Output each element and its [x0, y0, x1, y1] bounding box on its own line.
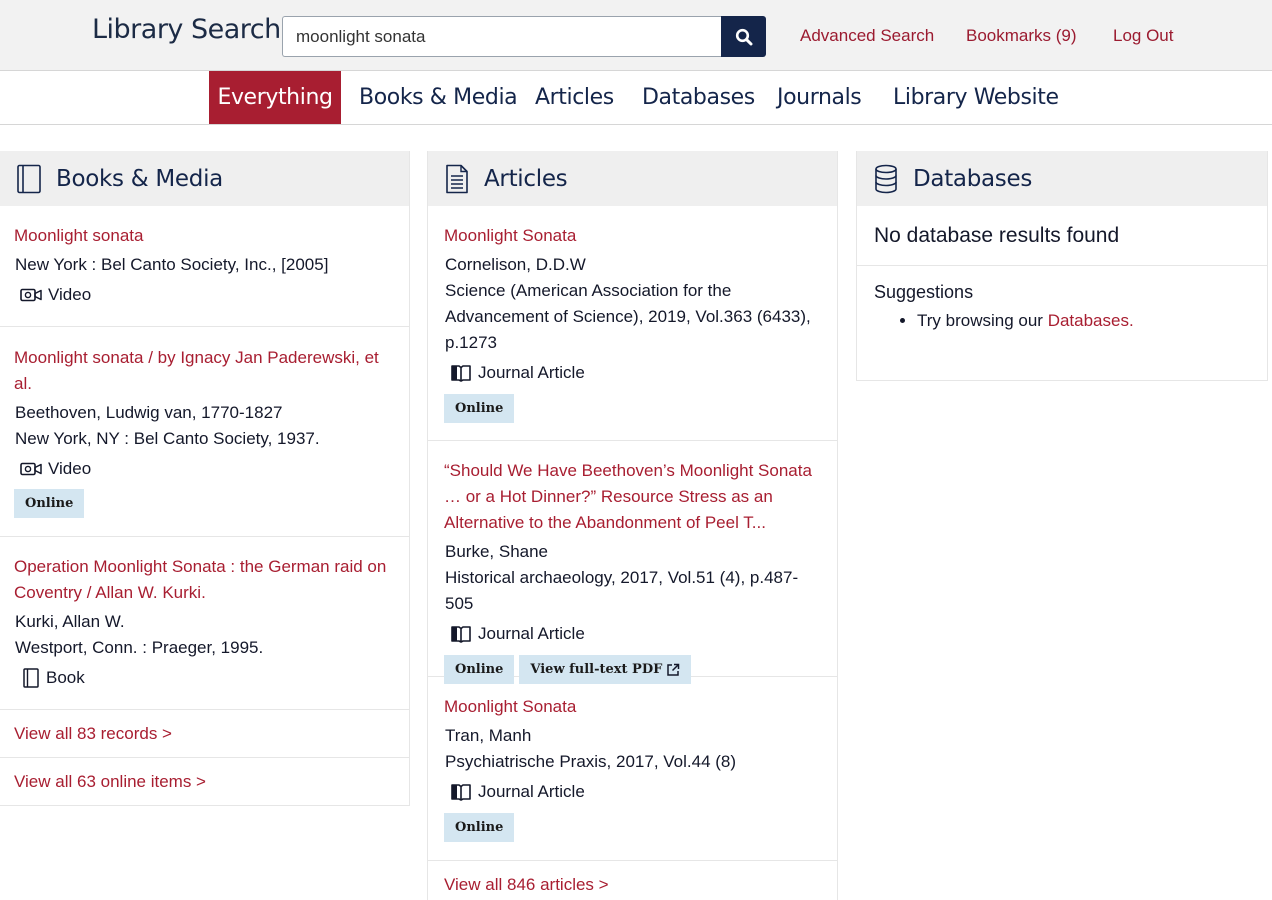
document-icon	[446, 164, 468, 193]
result-author: Burke, Shane	[445, 542, 549, 561]
view-all-articles-link[interactable]: View all 846 articles >	[444, 875, 609, 894]
open-book-icon	[451, 626, 471, 643]
result-type-label: Journal Article	[478, 624, 585, 643]
view-all-records-link[interactable]: View all 83 records >	[14, 724, 172, 744]
result-type-label: Video	[48, 459, 92, 478]
view-all-articles-row: View all 846 articles >	[428, 861, 837, 895]
databases-title: Databases	[913, 165, 1033, 192]
result-publisher: New York : Bel Canto Society, Inc., [200…	[15, 255, 329, 274]
brand-title[interactable]: Library Search	[92, 14, 281, 45]
book-icon	[17, 164, 41, 193]
advanced-search-link[interactable]: Advanced Search	[800, 26, 934, 46]
list-item: “Should We Have Beethoven’s Moonlight So…	[428, 441, 837, 684]
result-source: Psychiatrische Praxis, 2017, Vol.44 (8)	[445, 752, 737, 771]
browse-databases-link[interactable]: Databases.	[1048, 311, 1134, 330]
online-badge[interactable]: Online	[444, 394, 515, 423]
articles-title: Articles	[484, 165, 568, 192]
result-title[interactable]: Moonlight Sonata	[444, 694, 823, 720]
search-icon	[735, 28, 752, 45]
logout-link[interactable]: Log Out	[1113, 26, 1174, 46]
result-type-label: Video	[48, 285, 92, 304]
suggestion-text: Try browsing our	[917, 311, 1048, 330]
books-media-header: Books & Media	[0, 151, 409, 206]
result-type: Journal Article	[444, 621, 823, 647]
tab-books-media[interactable]: Books & Media	[342, 71, 534, 124]
articles-panel: Articles Moonlight Sonata Cornelison, D.…	[427, 151, 838, 900]
result-type: Journal Article	[444, 779, 823, 805]
result-author: Kurki, Allan W.	[15, 612, 125, 631]
database-icon	[875, 164, 897, 193]
book-icon	[23, 668, 39, 688]
tab-everything[interactable]: Everything	[209, 71, 341, 124]
video-icon	[20, 462, 42, 476]
suggestion-item: Try browsing our Databases.	[917, 311, 1250, 331]
articles-header: Articles	[428, 151, 837, 206]
video-icon	[20, 288, 42, 302]
result-type: Video	[14, 282, 395, 308]
pdf-button-label: View full-text PDF	[530, 662, 663, 677]
result-author: Cornelison, D.D.W	[445, 255, 586, 274]
online-badge[interactable]: Online	[14, 489, 85, 518]
result-type-label: Journal Article	[478, 363, 585, 382]
result-type-label: Book	[46, 668, 85, 687]
top-bar: Library Search Advanced Search Bookmarks…	[0, 0, 1272, 71]
result-title[interactable]: Moonlight Sonata	[444, 223, 823, 249]
suggestions: Suggestions Try browsing our Databases.	[857, 266, 1267, 380]
databases-header: Databases	[857, 151, 1267, 206]
view-all-online-link[interactable]: View all 63 online items >	[14, 772, 206, 792]
result-source: Historical archaeology, 2017, Vol.51 (4)…	[445, 568, 799, 613]
result-title[interactable]: Moonlight sonata / by Ignacy Jan Paderew…	[14, 345, 395, 397]
no-database-results: No database results found	[857, 206, 1267, 266]
open-book-icon	[451, 784, 471, 801]
tab-articles[interactable]: Articles	[518, 71, 631, 124]
books-media-panel: Books & Media Moonlight sonata New York …	[0, 151, 410, 806]
databases-panel: Databases No database results found Sugg…	[856, 151, 1268, 381]
books-media-title: Books & Media	[56, 165, 223, 192]
result-title[interactable]: Operation Moonlight Sonata : the German …	[14, 554, 395, 606]
search-form	[282, 16, 766, 57]
suggestions-title: Suggestions	[874, 282, 974, 302]
result-author: Tran, Manh	[445, 726, 532, 745]
search-scope-nav: Everything Books & Media Articles Databa…	[0, 71, 1272, 125]
view-full-text-pdf-button[interactable]: View full-text PDF	[519, 655, 692, 684]
result-publisher: Westport, Conn. : Praeger, 1995.	[15, 638, 264, 657]
list-item: Moonlight Sonata Cornelison, D.D.W Scien…	[428, 206, 837, 441]
result-publisher: New York, NY : Bel Canto Society, 1937.	[15, 429, 320, 448]
result-author: Beethoven, Ludwig van, 1770-1827	[15, 403, 283, 422]
result-title[interactable]: Moonlight sonata	[14, 223, 395, 249]
online-badge[interactable]: Online	[444, 655, 515, 684]
result-type: Video	[14, 456, 395, 482]
result-source: Science (American Association for the Ad…	[445, 281, 811, 352]
list-item: Operation Moonlight Sonata : the German …	[0, 537, 409, 710]
result-type-label: Journal Article	[478, 782, 585, 801]
tab-library-website[interactable]: Library Website	[876, 71, 1076, 124]
tab-databases[interactable]: Databases	[625, 71, 772, 124]
result-type: Journal Article	[444, 360, 823, 386]
list-item: Moonlight sonata New York : Bel Canto So…	[0, 206, 409, 327]
online-badge[interactable]: Online	[444, 813, 515, 842]
result-type: Book	[14, 665, 395, 691]
list-item: Moonlight sonata / by Ignacy Jan Paderew…	[0, 327, 409, 537]
bookmarks-link[interactable]: Bookmarks (9)	[966, 26, 1077, 46]
open-book-icon	[451, 365, 471, 382]
view-all-online-row: View all 63 online items >	[0, 758, 409, 806]
external-link-icon	[667, 663, 680, 676]
result-title[interactable]: “Should We Have Beethoven’s Moonlight So…	[444, 458, 823, 536]
search-input[interactable]	[282, 16, 721, 57]
tab-journals[interactable]: Journals	[760, 71, 878, 124]
view-all-records-row: View all 83 records >	[0, 710, 409, 758]
list-item: Moonlight Sonata Tran, Manh Psychiatrisc…	[428, 677, 837, 861]
search-button[interactable]	[721, 16, 766, 57]
